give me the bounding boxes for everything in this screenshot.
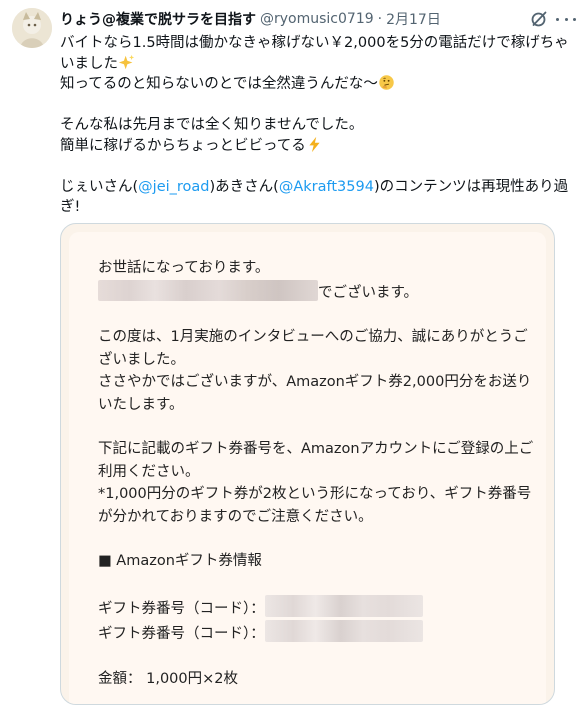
tweet-line-5-mid: )あきさん( <box>209 178 279 195</box>
letter-paragraph-3: 下記に記載のギフト券番号を、Amazonアカウントにご登録の上ご利用ください。 <box>98 441 534 480</box>
letter-greeting: お世話になっております。 <box>98 260 270 276</box>
tweet-text: バイトなら1.5時間は働かなきゃ稼げない￥2,000を5分の電話だけで稼げちゃい… <box>60 33 575 218</box>
mention-link-jei-road[interactable]: @jei_road <box>138 179 209 195</box>
redacted-gift-code-2 <box>264 620 423 642</box>
avatar[interactable] <box>12 8 52 48</box>
tweet-line-2: 知ってるのと知らないのとでは全然違うんだな〜 <box>60 76 378 92</box>
letter-paragraph-4: *1,000円分のギフト券が2枚という形になっており、ギフト券番号が分かれており… <box>98 486 532 525</box>
letter-card: お世話になっております。 でございます。 この度は、1月実施のインタビューへのご… <box>69 232 546 704</box>
redacted-name <box>98 279 318 301</box>
sparkles-icon <box>118 54 135 69</box>
letter-name-suffix: でございます。 <box>318 284 419 301</box>
tweet-line-5-prefix: じぇいさん( <box>60 178 139 195</box>
user-handle[interactable]: @ryomusic0719 <box>260 11 374 27</box>
more-options-icon[interactable] <box>556 10 576 28</box>
tweet-header: りょう@複業で脱サラを目指す @ryomusic0719 · 2月17日 <box>60 8 441 30</box>
grok-icon[interactable] <box>530 10 548 28</box>
tweet-image[interactable]: お世話になっております。 でございます。 この度は、1月実施のインタビューへのご… <box>60 223 555 705</box>
high-voltage-icon <box>309 136 320 152</box>
post-date[interactable]: 2月17日 <box>386 9 441 29</box>
letter-paragraph-1: この度は、1月実施のインタビューへのご協力、誠にありがとうございました。 <box>98 329 528 368</box>
tweet-line-3: そんな私は先月までは全く知りませんでした。 <box>60 117 364 133</box>
tweet-line-1: バイトなら1.5時間は働かなきゃ稼げない￥2,000を5分の電話だけで稼げちゃい… <box>60 35 569 72</box>
letter-text: お世話になっております。 でございます。 この度は、1月実施のインタビューへのご… <box>98 257 538 690</box>
gift-code-label-1: ギフト券番号（コード）： <box>98 600 265 617</box>
mention-link-akraft3594[interactable]: @Akraft3594 <box>279 179 374 195</box>
avatar-image <box>12 8 52 48</box>
gift-info-heading: ■ Amazonギフト券情報 <box>98 553 262 569</box>
display-name[interactable]: りょう@複業で脱サラを目指す <box>60 9 256 29</box>
tweet-line-4: 簡単に稼げるからちょっとビビってる <box>60 137 306 154</box>
separator-dot: · <box>377 11 383 27</box>
gift-code-label-2: ギフト券番号（コード）： <box>98 626 265 642</box>
redacted-gift-code-1 <box>264 594 423 617</box>
thinking-face-icon <box>379 75 394 90</box>
letter-paragraph-2: ささやかではございますが、Amazonギフト券2,000円分をお送りいたします。 <box>98 374 532 413</box>
tweet[interactable]: りょう@複業で脱サラを目指す @ryomusic0719 · 2月17日 バイト… <box>0 0 585 705</box>
